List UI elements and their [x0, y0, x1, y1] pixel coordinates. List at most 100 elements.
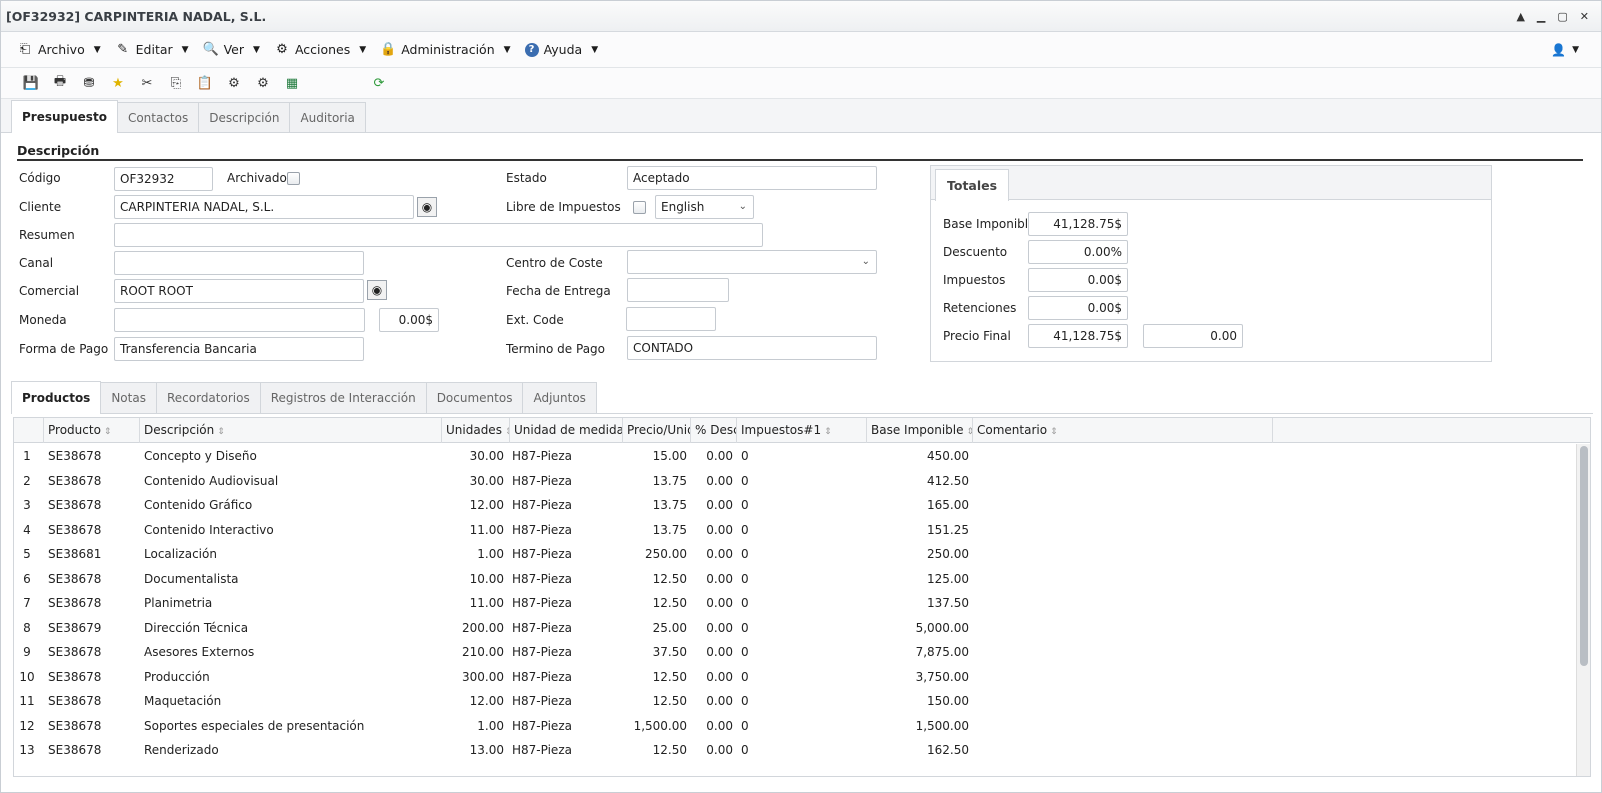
codigo-field[interactable]: OF32932: [114, 167, 213, 191]
canal-field[interactable]: [114, 251, 364, 275]
menu-administracion[interactable]: 🔒 Administración ▼: [380, 42, 510, 58]
view-comercial-eye-icon[interactable]: ◉: [367, 280, 387, 300]
base-imponible-field[interactable]: 41,128.75$: [1028, 212, 1128, 236]
table-cell: 10: [19, 669, 35, 684]
table-row[interactable]: 1 SE38678 Concepto y Diseño 30.00 H87-Pieza 1…: [14, 444, 1574, 469]
table-row[interactable]: 5 SE38681 Localización 1.00 H87-Pieza 250.00 0…: [14, 542, 1574, 567]
table-cell: 1.00: [477, 718, 504, 733]
tab-totales[interactable]: Totales: [935, 169, 1010, 201]
archivado-checkbox[interactable]: [287, 172, 300, 185]
table-row[interactable]: 13 SE38678 Renderizado 13.00 H87-Pieza 12.50 0…: [14, 738, 1574, 763]
column-header[interactable]: Comentario ⇕: [973, 418, 1273, 443]
chevron-down-icon: ⌄: [738, 201, 747, 212]
retenciones-field[interactable]: 0.00$: [1028, 296, 1128, 320]
fecha-entrega-field[interactable]: [627, 278, 729, 302]
table-cell: SE38678: [48, 596, 102, 610]
tab-descripcion[interactable]: Descripción: [198, 102, 291, 132]
table-row[interactable]: 9 SE38678 Asesores Externos 210.00 H87-Pieza…: [14, 640, 1574, 665]
table-cell: SE38678: [48, 522, 102, 537]
table-cell: 12.00: [469, 498, 504, 512]
tab-documentos[interactable]: Documentos: [425, 382, 524, 413]
menu-editar[interactable]: ✎ Editar ▼: [115, 42, 188, 58]
tab-productos[interactable]: Productos: [11, 381, 102, 414]
menu-acciones[interactable]: ⚙ Acciones ▼: [274, 42, 366, 58]
view-cliente-eye-icon[interactable]: ◉: [417, 197, 437, 217]
table-cell: H87-Pieza: [512, 669, 572, 684]
table-cell: 412.50: [927, 473, 969, 488]
excel-export-icon[interactable]: ▦: [284, 75, 300, 91]
column-header[interactable]: Unidades⇕: [442, 418, 510, 443]
column-header[interactable]: Descripción ⇕: [140, 418, 442, 443]
libre-impuestos-checkbox[interactable]: [633, 201, 646, 214]
table-row[interactable]: 4 SE38678 Contenido Interactivo 11.00 H87-Pi…: [14, 518, 1574, 543]
table-row[interactable]: 6 SE38678 Documentalista 10.00 H87-Pieza 12.5…: [14, 567, 1574, 592]
copy-icon[interactable]: ⎘: [168, 75, 184, 91]
sort-icon[interactable]: ⇕: [217, 427, 225, 437]
print-icon[interactable]: 🖶: [52, 74, 68, 91]
precio-final-converted-field[interactable]: 0.00: [1143, 324, 1243, 348]
impuestos-field[interactable]: 0.00$: [1028, 268, 1128, 292]
save-icon[interactable]: 💾: [23, 75, 39, 91]
tab-contactos[interactable]: Contactos: [116, 102, 200, 132]
sort-icon[interactable]: ⇕: [1050, 427, 1058, 437]
table-row[interactable]: 10 SE38678 Producción 300.00 H87-Pieza 12.50 0…: [14, 665, 1574, 690]
table-cell: SE38678: [48, 645, 102, 659]
table-row[interactable]: 3 SE38678 Contenido Gráfico 12.00 H87-Pieza 1…: [14, 493, 1574, 518]
close-icon[interactable]: ✕: [1580, 10, 1589, 23]
tab-adjuntos[interactable]: Adjuntos: [522, 382, 597, 413]
estado-field[interactable]: Aceptado: [627, 166, 877, 190]
resumen-field[interactable]: [114, 223, 763, 247]
scrollbar-thumb[interactable]: [1580, 446, 1588, 666]
maximize-icon[interactable]: ▢: [1557, 10, 1567, 23]
menu-ver[interactable]: 🔍 Ver ▼: [203, 42, 260, 58]
column-header[interactable]: Base Imponible⇕: [867, 418, 973, 443]
table-cell: H87-Pieza: [512, 743, 572, 757]
column-header[interactable]: Precio/Unida: [623, 418, 691, 443]
menu-ayuda[interactable]: ? Ayuda ▼: [524, 42, 598, 57]
table-row[interactable]: 7 SE38678 Planimetria 11.00 H87-Pieza 12.50 0.…: [14, 591, 1574, 616]
forma-pago-field[interactable]: Transferencia Bancaria: [114, 337, 364, 361]
moneda-field[interactable]: [114, 308, 365, 332]
sort-icon[interactable]: ⇕: [824, 427, 832, 437]
table-cell: 250.00: [927, 547, 969, 561]
table-row[interactable]: 12 SE38678 Soportes especiales de presenta…: [14, 714, 1574, 739]
column-header[interactable]: Unidad de medida⇕: [510, 418, 623, 443]
menu-label: Editar: [135, 42, 173, 57]
termino-pago-field[interactable]: CONTADO: [627, 336, 877, 360]
sort-icon[interactable]: ⇕: [104, 427, 112, 437]
column-header[interactable]: % Desc: [691, 418, 737, 443]
tab-recordatorios[interactable]: Recordatorios: [155, 382, 261, 413]
grid-scrollbar[interactable]: [1576, 444, 1590, 776]
tab-registros-interaccion[interactable]: Registros de Interacción: [259, 382, 427, 413]
tab-notas[interactable]: Notas: [100, 382, 157, 413]
table-row[interactable]: 8 SE38679 Dirección Técnica 200.00 H87-Pieza…: [14, 616, 1574, 641]
paste-icon[interactable]: 📋: [197, 75, 213, 91]
tab-auditoria[interactable]: Auditoria: [289, 102, 366, 132]
settings-gear-icon[interactable]: ⚙: [226, 75, 242, 91]
ext-code-field[interactable]: [626, 307, 716, 331]
column-header[interactable]: Producto ⇕: [44, 418, 140, 443]
tab-presupuesto[interactable]: Presupuesto: [11, 100, 118, 133]
user-menu[interactable]: 👤 ▼: [1551, 43, 1579, 57]
column-header[interactable]: Impuestos#1 ⇕: [737, 418, 867, 443]
descuento-field[interactable]: 0.00%: [1028, 240, 1128, 264]
archive-box-icon[interactable]: ⛃: [81, 75, 97, 91]
comercial-field[interactable]: ROOT ROOT: [114, 279, 364, 303]
collapse-icon[interactable]: ▲: [1516, 10, 1524, 23]
menu-label: Acciones: [294, 42, 351, 57]
table-row[interactable]: 2 SE38678 Contenido Audiovisual 30.00 H87-Pi…: [14, 469, 1574, 494]
cliente-field[interactable]: CARPINTERIA NADAL, S.L.: [114, 195, 414, 219]
minimize-icon[interactable]: ▁: [1537, 10, 1545, 23]
centro-coste-select[interactable]: ⌄: [627, 250, 877, 274]
table-cell: SE38678: [48, 449, 102, 463]
cut-icon[interactable]: ✂: [139, 75, 155, 91]
chevron-down-icon: ▼: [503, 44, 511, 55]
workflow-gears-icon[interactable]: ⚙: [255, 75, 271, 91]
table-row[interactable]: 11 SE38678 Maquetación 12.00 H87-Pieza 12.50 0…: [14, 689, 1574, 714]
favorite-star-icon[interactable]: ★: [110, 75, 126, 91]
menu-archivo[interactable]: ⎗ Archivo ▼: [17, 42, 101, 58]
moneda-amount-field[interactable]: 0.00$: [379, 308, 439, 332]
language-select[interactable]: English ⌄: [655, 195, 754, 219]
precio-final-field[interactable]: 41,128.75$: [1028, 324, 1128, 348]
refresh-icon[interactable]: ⟳: [371, 75, 387, 91]
